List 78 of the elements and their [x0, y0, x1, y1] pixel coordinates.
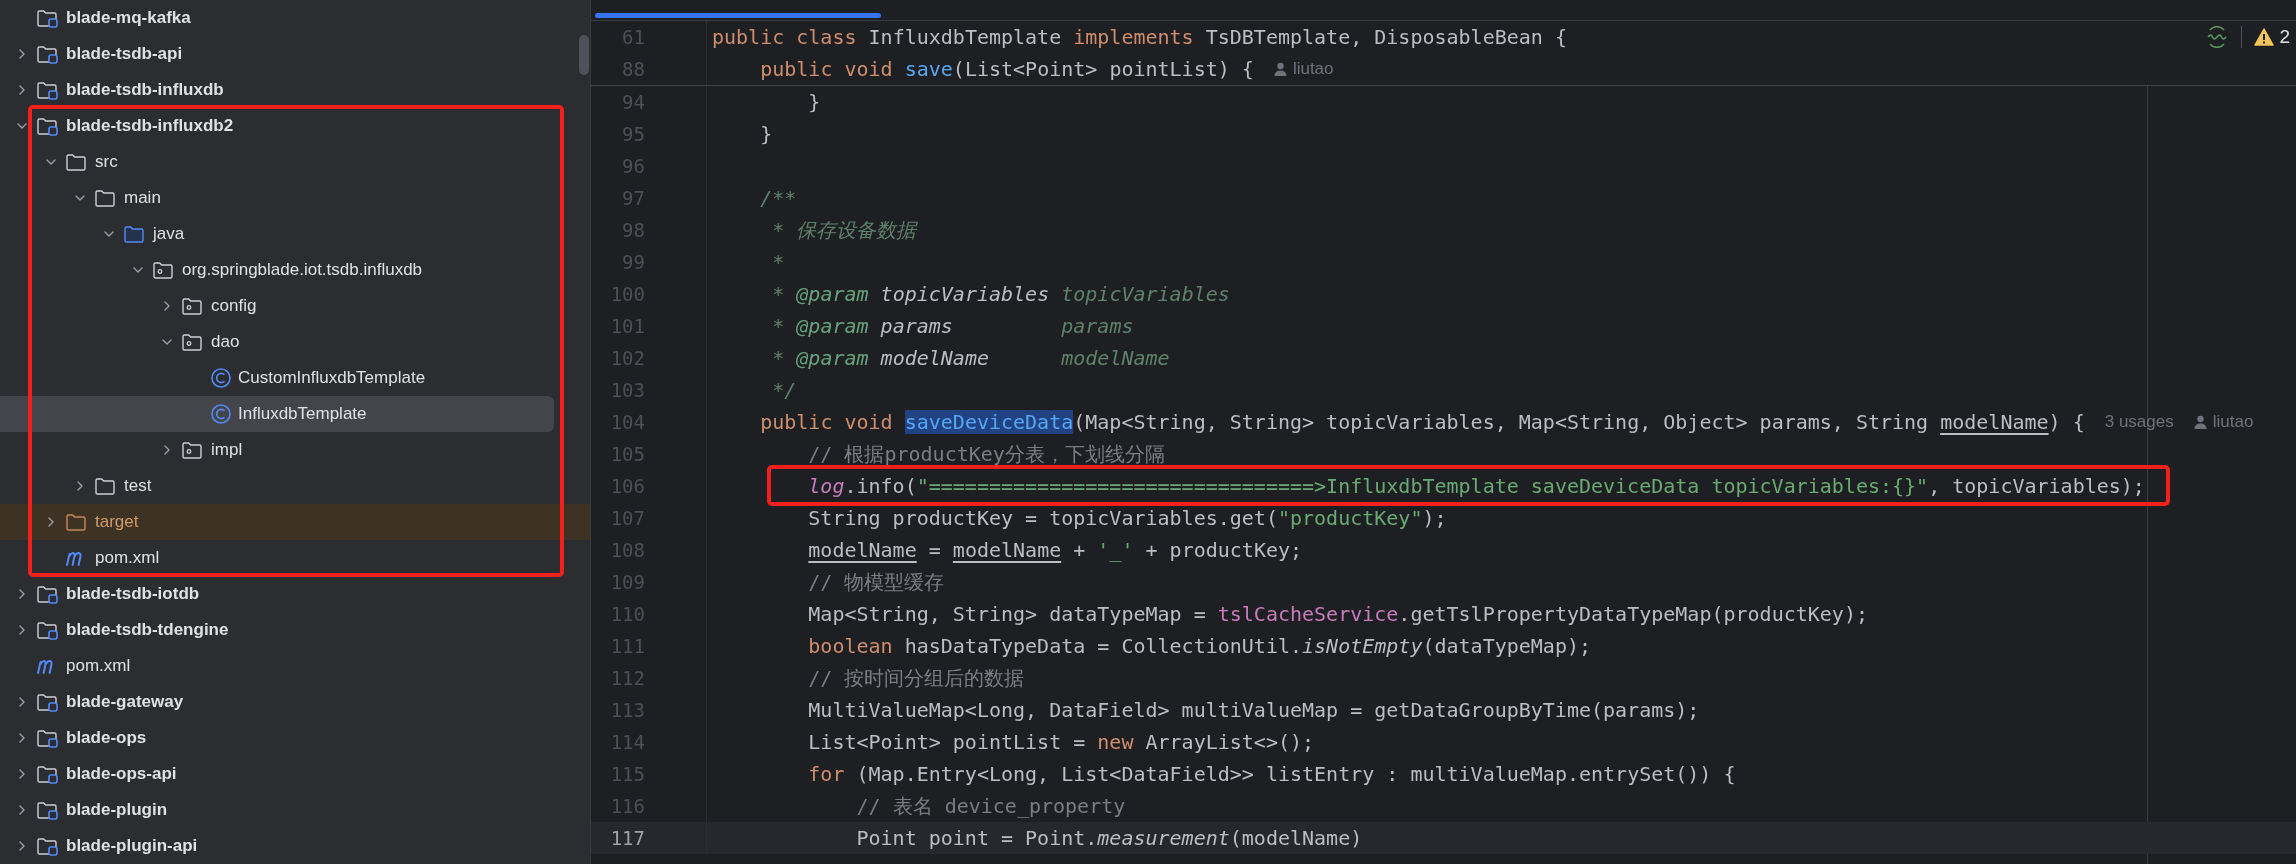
folder-icon [94, 475, 118, 497]
class-icon [210, 403, 232, 425]
code-line: Map<String, String> dataTypeMap = tslCacheService.getTslPropertyDataTypeMap(productKey); [807, 602, 1868, 626]
code-line: public void save(List<Point> pointList) { [759, 57, 1254, 81]
code-line: public class InfluxdbTemplate implements TsDBTemplate, DisposableBean { [711, 25, 1567, 49]
warning-count[interactable]: 2 [2279, 26, 2290, 48]
person-icon [2193, 415, 2207, 429]
tree-item[interactable]: blade-ops-api [0, 756, 590, 792]
tree-item[interactable]: dao [0, 324, 590, 360]
tree-item[interactable]: pom.xml [0, 648, 590, 684]
tree-item[interactable]: blade-tsdb-influxdb2 [0, 108, 590, 144]
module-folder-icon [36, 727, 60, 749]
tree-item[interactable]: main [0, 180, 590, 216]
code-line: // 表名 device_property [855, 792, 1126, 820]
code-line: * [771, 250, 785, 274]
module-folder-icon [36, 43, 60, 65]
code-line: String productKey = topicVariables.get("productKey"); [807, 506, 1447, 530]
tree-item[interactable]: src [0, 144, 590, 180]
folder-icon [65, 511, 89, 533]
tree-item[interactable]: InfluxdbTemplate [0, 396, 554, 432]
code-line: * 保存设备数据 [771, 216, 917, 244]
code-line: } [807, 90, 821, 114]
package-folder-icon [181, 331, 205, 353]
tree-item[interactable]: impl [0, 432, 590, 468]
code-line: modelName = modelName + '_' + productKey; [807, 538, 1303, 562]
package-folder-icon [181, 295, 205, 317]
tree-item[interactable]: pom.xml [0, 540, 590, 576]
package-folder-icon [152, 259, 176, 281]
code-line: public void saveDeviceData(Map<String, String> topicVariables, Map<String, Object> params, String modelName) { [759, 410, 2085, 434]
person-icon [1273, 62, 1287, 76]
module-folder-icon [36, 691, 60, 713]
module-folder-icon [36, 115, 60, 137]
tree-item[interactable]: blade-tsdb-influxdb [0, 72, 590, 108]
tree-item[interactable]: CustomInfluxdbTemplate [0, 360, 590, 396]
tree-item[interactable]: blade-mq-kafka [0, 0, 590, 36]
module-folder-icon [36, 763, 60, 785]
code-line: // 物模型缓存 [807, 568, 945, 596]
tree-item[interactable]: target [0, 504, 590, 540]
line-number: 117 [591, 822, 707, 854]
class-icon [210, 367, 232, 389]
code-line: } [759, 122, 773, 146]
code-line: */ [771, 378, 797, 402]
code-line: // 按时间分组后的数据 [807, 664, 1025, 692]
tree-item[interactable]: blade-plugin [0, 792, 590, 828]
tree-item[interactable]: blade-tsdb-api [0, 36, 590, 72]
module-folder-icon [36, 799, 60, 821]
module-folder-icon [36, 79, 60, 101]
tree-item[interactable]: test [0, 468, 590, 504]
package-folder-icon [181, 439, 205, 461]
code-line: boolean hasDataTypeData = CollectionUtil.isNotEmpty(dataTypeMap); [807, 634, 1591, 658]
tree-item[interactable]: java [0, 216, 590, 252]
scrollbar-thumb[interactable] [579, 35, 589, 75]
code-line: /** [759, 186, 797, 210]
source-folder-icon [123, 223, 147, 245]
code-line: * @param topicVariables topicVariables [771, 282, 1230, 306]
tree-item[interactable]: blade-plugin-api [0, 828, 590, 864]
warning-icon[interactable] [2254, 28, 2275, 46]
code-line: // 根据productKey分表，下划线分隔 [807, 440, 1165, 468]
module-folder-icon [36, 583, 60, 605]
tree-item[interactable]: blade-tsdb-iotdb [0, 576, 590, 612]
tree-item[interactable]: blade-ops [0, 720, 590, 756]
module-folder-icon [36, 7, 60, 29]
code-line: for (Map.Entry<Long, List<DataField>> listEntry : multiValueMap.entrySet()) { [807, 762, 1736, 786]
code-line: MultiValueMap<Long, DataField> multiValueMap = getDataGroupByTime(params); [807, 698, 1700, 722]
code-line: * @param params params [771, 314, 1134, 338]
folder-icon [94, 187, 118, 209]
wave-check-icon[interactable] [2205, 26, 2230, 48]
code-line: log.info("================================>InfluxdbTemplate saveDeviceData topicVariables:{}", topicVariables); [807, 474, 2145, 498]
module-folder-icon [36, 619, 60, 641]
tree-item[interactable]: blade-gateway [0, 684, 590, 720]
code-line: Point point = Point.measurement(modelName) [855, 826, 1363, 850]
code-line: * @param modelName modelName [771, 346, 1170, 370]
tree-item[interactable]: blade-tsdb-tdengine [0, 612, 590, 648]
folder-icon [65, 151, 89, 173]
tree-item[interactable]: org.springblade.iot.tsdb.influxdb [0, 252, 590, 288]
module-folder-icon [36, 835, 60, 857]
code-line: List<Point> pointList = new ArrayList<>(); [807, 730, 1315, 754]
tree-item[interactable]: config [0, 288, 590, 324]
